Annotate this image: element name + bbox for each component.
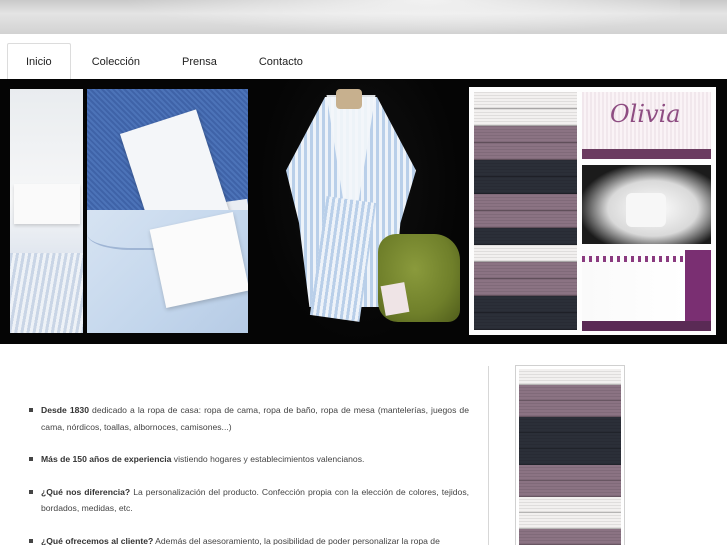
towel-band: [474, 245, 577, 262]
sidebar-towel-photo: [515, 365, 625, 545]
towel-band: [519, 497, 621, 513]
list-item: ¿Qué ofrecemos al cliente? Además del as…: [29, 533, 469, 545]
nav-coleccion[interactable]: Colección: [73, 43, 159, 79]
photo-bed-sheets: [10, 89, 83, 333]
nav-inicio[interactable]: Inicio: [7, 43, 71, 79]
towel-band: [474, 126, 577, 143]
features-list: Desde 1830 dedicado a la ropa de casa: r…: [29, 402, 469, 545]
towel-tag: [380, 282, 410, 316]
photo-monogram-slippers: [582, 165, 711, 244]
bullet-heading: Más de 150 años de experiencia: [41, 454, 172, 464]
pompom-trim: [582, 256, 685, 262]
towel-band: [519, 417, 621, 433]
towel-band: [519, 369, 621, 385]
olivia-embroidery: Olivia: [610, 100, 681, 128]
towel-band: [474, 211, 577, 228]
folded-sheet: [14, 184, 80, 224]
towel-band: [474, 194, 577, 211]
towel-band: [519, 433, 621, 449]
towel-band: [474, 262, 577, 279]
photo-towel-stack: [474, 92, 577, 331]
slipper: [626, 193, 666, 227]
monogram-napkin: [149, 212, 248, 308]
towel-band: [474, 177, 577, 194]
bullet-heading: ¿Qué ofrecemos al cliente?: [41, 535, 154, 545]
photo-pale-blue-linen: [87, 210, 248, 333]
towel-band: [474, 313, 577, 330]
bullet-heading: Desde 1830: [41, 405, 89, 415]
towel-band: [519, 481, 621, 497]
towel-band: [474, 143, 577, 160]
towel-band: [474, 296, 577, 313]
photo-olivia-towel: Olivia: [582, 92, 711, 159]
towel-band: [474, 92, 577, 109]
hero-collage: Olivia: [0, 79, 727, 344]
main-nav: Inicio Colección Prensa Contacto: [7, 43, 322, 79]
bullet-heading: ¿Qué nos diferencia?: [41, 486, 131, 497]
header-banner: [0, 0, 727, 34]
towel-band: [519, 385, 621, 401]
nav-prensa[interactable]: Prensa: [163, 43, 236, 79]
photo-purple-trim-towel: [582, 250, 711, 331]
towel-band: [519, 529, 621, 545]
bullet-text: vistiendo hogares y establecimientos val…: [171, 454, 365, 464]
towel-band: [474, 228, 577, 245]
towel-band: [519, 465, 621, 481]
hanger: [336, 89, 362, 109]
towel-band: [519, 449, 621, 465]
towel-stack-image: [519, 369, 621, 545]
nav-contacto[interactable]: Contacto: [240, 43, 322, 79]
towel-band: [519, 513, 621, 529]
towel-band: [519, 401, 621, 417]
vertical-divider: [488, 366, 489, 545]
bullet-text: dedicado a la ropa de casa: ropa de cama…: [41, 405, 469, 432]
towel-band: [474, 109, 577, 126]
purple-band: [582, 321, 711, 331]
photo-bathrobe: [258, 79, 460, 344]
towel-band: [474, 279, 577, 296]
towel-band: [474, 160, 577, 177]
list-item: Más de 150 años de experiencia vistiendo…: [29, 451, 469, 468]
bullet-text: Además del asesoramiento, la posibilidad…: [153, 535, 440, 545]
striped-fabric: [10, 253, 83, 333]
list-item: Desde 1830 dedicado a la ropa de casa: r…: [29, 402, 469, 435]
list-item: ¿Qué nos diferencia? La personalización …: [29, 484, 469, 517]
main-content: Desde 1830 dedicado a la ropa de casa: r…: [0, 344, 727, 545]
